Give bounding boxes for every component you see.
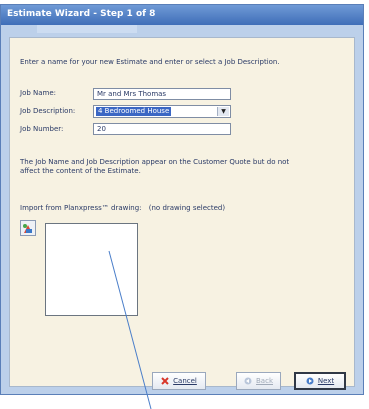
callout-pointer-line <box>108 250 152 409</box>
